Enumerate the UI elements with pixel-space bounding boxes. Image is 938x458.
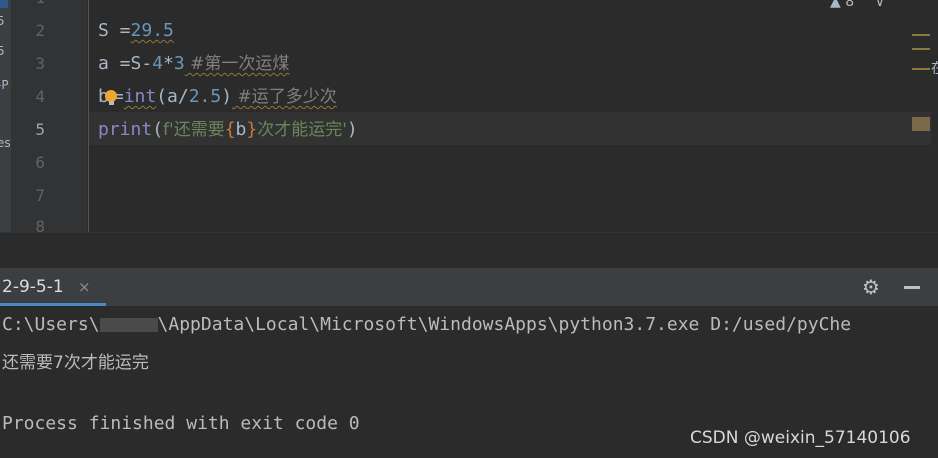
token-paren: )	[346, 119, 358, 140]
token-var: S	[98, 20, 109, 41]
token-op: =S-	[108, 53, 153, 74]
line-number: 2	[35, 21, 45, 40]
project-tree-fragment[interactable]: 5	[0, 44, 5, 58]
code-line-5[interactable]: print(f'还需要{b}次才能运完')	[98, 119, 358, 141]
editor-bottom-area	[0, 232, 938, 269]
token-op: =	[108, 20, 131, 41]
code-line-3[interactable]: a =S-4*3 #第一次运煤	[98, 53, 289, 75]
console-exit-message: Process finished with exit code 0	[2, 413, 360, 434]
run-tab-label[interactable]: 2-9-5-1	[2, 277, 64, 297]
token-paren: )	[221, 86, 233, 107]
lightbulb-icon[interactable]	[104, 90, 117, 105]
gear-icon[interactable]: ⚙	[862, 276, 884, 298]
token-var: a	[98, 53, 109, 74]
line-number: 3	[35, 54, 45, 73]
project-tree-strip[interactable]: 5 5 -P l es	[0, 0, 11, 232]
token-string: f'还需要	[163, 120, 225, 140]
token-builtin: int	[123, 86, 157, 107]
console-command-line: C:\Users\ \AppData\Local\Microsoft\Window…	[2, 314, 851, 335]
line-number: 1	[11, 0, 45, 7]
token-var: b	[235, 119, 247, 140]
watermark: CSDN @weixin_57140106	[690, 428, 911, 448]
project-tree-fragment[interactable]: es	[0, 136, 11, 150]
project-tree-selection	[0, 0, 8, 8]
token-number: 3	[173, 53, 185, 74]
token-fstring-brace: }	[246, 119, 258, 140]
token-comment: #第一次运煤	[184, 54, 290, 74]
token-number: 4	[152, 53, 164, 74]
nav-arrows-icon[interactable]: ^ ∨	[859, 0, 885, 10]
line-number: 4	[35, 87, 45, 106]
token-number: 29.5	[130, 20, 174, 41]
run-panel-header: 2-9-5-1 × ⚙	[0, 268, 938, 306]
token-op: *	[163, 53, 174, 74]
code-line-4[interactable]: b =int(a/2.5) #运了多少次	[98, 86, 337, 108]
token-number: 2.5	[188, 86, 222, 107]
token-comment: #运了多少次	[232, 87, 337, 107]
console-path-suffix: \AppData\Local\Microsoft\WindowsApps\pyt…	[157, 314, 852, 335]
token-string: 次才能运完'	[257, 120, 347, 140]
token-paren: (a/	[156, 86, 189, 107]
project-tree-fragment[interactable]: 5	[0, 14, 5, 28]
scroll-marker[interactable]	[912, 48, 930, 50]
scroll-marker[interactable]	[912, 34, 930, 36]
right-panel-fragment: 在	[931, 58, 938, 78]
line-number: 6	[35, 153, 45, 172]
code-editor[interactable]	[89, 0, 938, 232]
scroll-marker[interactable]	[912, 68, 930, 70]
run-tab[interactable]: 2-9-5-1 ×	[0, 268, 108, 306]
line-number-current: 5	[35, 120, 45, 139]
warning-icon[interactable]: ▲ 8	[830, 0, 854, 10]
close-icon[interactable]: ×	[78, 278, 91, 296]
project-tree-fragment[interactable]: -P	[0, 78, 9, 92]
scroll-caret-marker[interactable]	[912, 117, 930, 131]
warning-count-indicator[interactable]: ▲ 8 ^ ∨	[830, 0, 885, 10]
line-number: 7	[35, 186, 45, 205]
minimize-icon[interactable]	[904, 286, 920, 289]
console-path-prefix: C:\Users\	[2, 314, 100, 335]
console-output: 还需要7次才能运完	[2, 353, 149, 373]
redacted-username	[99, 318, 158, 332]
token-builtin: print	[98, 119, 153, 140]
token-fstring-brace: {	[224, 119, 236, 140]
code-line-2[interactable]: S =29.5	[98, 20, 174, 42]
token-paren: (	[152, 119, 164, 140]
